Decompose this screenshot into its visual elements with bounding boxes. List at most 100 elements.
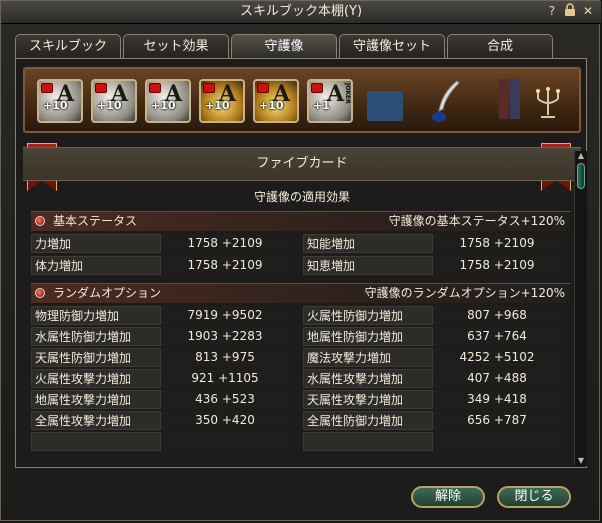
stat-name: 水属性攻撃力増加: [303, 369, 433, 388]
stat-row: 水属性防御力増加 1903 +2283 地属性防御力増加 637 +764: [31, 327, 571, 346]
quill-inkwell-icon: [427, 79, 463, 127]
stat-value: [433, 432, 561, 451]
red-gem-icon: [35, 216, 45, 226]
skillbook-shelf-window: スキルブック本棚(Y) ? ✕ スキルブック セット効果 守護像 守護像セット …: [0, 0, 601, 521]
stat-row: 全属性攻撃力増加 350 +420 全属性防御力増加 656 +787: [31, 411, 571, 430]
stat-name: 天属性防御力増加: [31, 348, 161, 367]
window-title: スキルブック本棚(Y): [239, 4, 363, 19]
stat-name: [31, 432, 161, 451]
stat-name: 火属性攻撃力増加: [31, 369, 161, 388]
tab-guardian[interactable]: 守護像: [231, 34, 337, 58]
release-button[interactable]: 解除: [411, 486, 485, 508]
scroll-down-icon[interactable]: ▼: [576, 456, 586, 466]
tab-synthesis[interactable]: 合成: [447, 34, 553, 58]
stat-value: 1758 +2109: [161, 234, 289, 253]
effects-heading: 守護像の適用効果: [253, 190, 350, 204]
upright-books-icon: [499, 79, 520, 119]
guardian-card-3[interactable]: A +10: [145, 79, 191, 123]
stat-value: 1758 +2109: [433, 256, 561, 275]
seal-icon: [257, 83, 269, 93]
section-label: ランダムオプション: [53, 286, 162, 300]
red-gem-icon: [35, 288, 45, 298]
guardian-card-2[interactable]: A +10: [91, 79, 137, 123]
card-enhance: +10: [43, 99, 68, 112]
stat-name: 魔法攻撃力増加: [303, 348, 433, 367]
stat-value: 350 +420: [161, 411, 289, 430]
card-slots: A +10 A +10 A +10 A +10 A +10 A +1 JOKER: [37, 79, 353, 123]
guardian-card-joker[interactable]: A +1 JOKER: [307, 79, 353, 123]
close-icon[interactable]: ✕: [581, 3, 595, 19]
stat-value: 7919 +9502: [161, 306, 289, 325]
title-icons: ? ✕: [545, 3, 595, 19]
stat-value: 807 +968: [433, 306, 561, 325]
set-name: ファイブカード: [256, 156, 348, 171]
candelabra-icon: [533, 81, 563, 125]
joker-label: JOKER: [344, 83, 351, 104]
stat-name: 知恵増加: [303, 256, 433, 275]
guardian-card-4[interactable]: A +10: [199, 79, 245, 123]
tab-skillbook[interactable]: スキルブック: [15, 34, 121, 58]
stat-value: [161, 432, 289, 451]
seal-icon: [95, 83, 107, 93]
stat-row: 体力増加 1758 +2109 知恵増加 1758 +2109: [31, 256, 571, 275]
stacked-books-icon: [367, 91, 403, 121]
section-bonus: 守護像のランダムオプション+120%: [364, 286, 565, 300]
scroll-up-icon[interactable]: ▲: [576, 151, 586, 161]
stat-value: 407 +488: [433, 369, 561, 388]
stat-value: 1758 +2109: [433, 234, 561, 253]
scroll-thumb[interactable]: [577, 163, 585, 189]
seal-icon: [203, 83, 215, 93]
seal-icon: [149, 83, 161, 93]
stat-value: 4252 +5102: [433, 348, 561, 367]
lock-icon[interactable]: [563, 3, 577, 19]
stat-name: 物理防御力増加: [31, 306, 161, 325]
stat-name: [303, 432, 433, 451]
card-enhance: +10: [205, 99, 230, 112]
stat-row-empty: [31, 432, 571, 451]
stat-name: 全属性防御力増加: [303, 411, 433, 430]
stat-value: 1903 +2283: [161, 327, 289, 346]
guardian-card-1[interactable]: A +10: [37, 79, 83, 123]
random-option-header[interactable]: ランダムオプション 守護像のランダムオプション+120%: [31, 283, 571, 303]
seal-icon: [41, 83, 53, 93]
card-enhance: +10: [151, 99, 176, 112]
stat-name: 知能増加: [303, 234, 433, 253]
stat-name: 火属性防御力増加: [303, 306, 433, 325]
stat-value: 813 +975: [161, 348, 289, 367]
vertical-scrollbar[interactable]: ▲ ▼: [574, 151, 587, 466]
title-bar[interactable]: スキルブック本棚(Y) ? ✕: [1, 1, 601, 24]
guardian-card-5[interactable]: A +10: [253, 79, 299, 123]
stat-name: 体力増加: [31, 256, 161, 275]
card-enhance: +10: [97, 99, 122, 112]
stat-row: 物理防御力増加 7919 +9502 火属性防御力増加 807 +968: [31, 306, 571, 325]
stat-row: 力増加 1758 +2109 知能増加 1758 +2109: [31, 234, 571, 253]
book-spine: [499, 79, 509, 119]
bookshelf: A +10 A +10 A +10 A +10 A +10 A +1 JOKER: [23, 67, 581, 133]
book-spine: [510, 79, 520, 119]
stat-row: 火属性攻撃力増加 921 +1105 水属性攻撃力増加 407 +488: [31, 369, 571, 388]
stat-name: 地属性防御力増加: [303, 327, 433, 346]
section-bonus: 守護像の基本ステータス+120%: [388, 214, 565, 228]
card-enhance: +10: [259, 99, 284, 112]
stat-value: 436 +523: [161, 390, 289, 409]
stat-name: 全属性攻撃力増加: [31, 411, 161, 430]
help-icon[interactable]: ?: [545, 3, 559, 19]
stat-value: 1758 +2109: [161, 256, 289, 275]
basic-status-header[interactable]: 基本ステータス 守護像の基本ステータス+120%: [31, 211, 571, 231]
tab-bar: スキルブック セット効果 守護像 守護像セット 合成: [15, 34, 553, 58]
stat-value: 921 +1105: [161, 369, 289, 388]
close-button[interactable]: 閉じる: [497, 486, 571, 508]
stat-name: 水属性防御力増加: [31, 327, 161, 346]
tab-set-effect[interactable]: セット効果: [123, 34, 229, 58]
section-label: 基本ステータス: [53, 214, 138, 228]
stat-row: 天属性防御力増加 813 +975 魔法攻撃力増加 4252 +5102: [31, 348, 571, 367]
stat-value: 637 +764: [433, 327, 561, 346]
books-decoration: [367, 87, 403, 121]
stat-name: 力増加: [31, 234, 161, 253]
stat-value: 349 +418: [433, 390, 561, 409]
tab-guardian-set[interactable]: 守護像セット: [339, 34, 445, 58]
set-name-banner: ファイブカード: [23, 147, 581, 181]
card-enhance: +1: [313, 99, 330, 112]
stat-name: 天属性攻撃力増加: [303, 390, 433, 409]
stat-name: 地属性攻撃力増加: [31, 390, 161, 409]
